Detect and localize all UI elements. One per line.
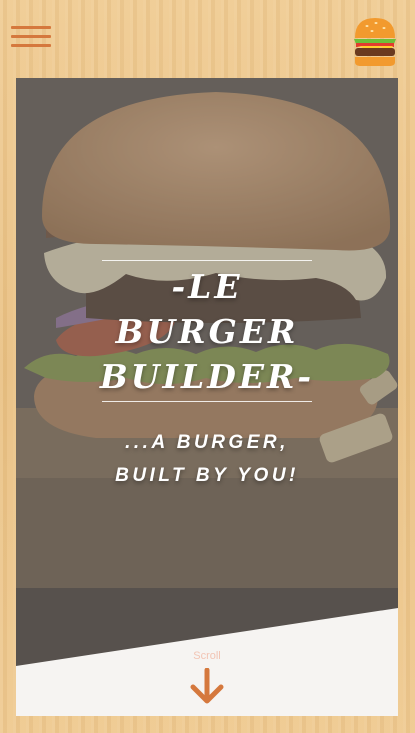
hero-tagline: ...A BURGER, BUILT BY YOU! bbox=[56, 426, 358, 492]
title-divider bbox=[102, 260, 312, 261]
hero-title: -LE BURGER BUILDER- bbox=[56, 264, 358, 399]
menu-bar bbox=[11, 44, 51, 47]
hero-section: -LE BURGER BUILDER- ...A BURGER, BUILT B… bbox=[16, 78, 398, 716]
hero-tagline-line: BUILT BY YOU! bbox=[115, 465, 299, 486]
hero-tagline-line: ...A BURGER, bbox=[125, 432, 289, 453]
burger-logo-icon[interactable] bbox=[351, 16, 399, 68]
hero-title-line: BUILDER- bbox=[99, 357, 315, 396]
scroll-label[interactable]: Scroll bbox=[16, 650, 398, 662]
menu-bar bbox=[11, 35, 51, 38]
title-divider bbox=[102, 401, 312, 402]
hero-title-line: -LE bbox=[171, 267, 243, 306]
menu-button[interactable] bbox=[11, 24, 51, 50]
hero-title-line: BURGER bbox=[115, 312, 299, 351]
arrow-down-icon[interactable] bbox=[189, 668, 225, 706]
menu-bar bbox=[11, 26, 51, 29]
